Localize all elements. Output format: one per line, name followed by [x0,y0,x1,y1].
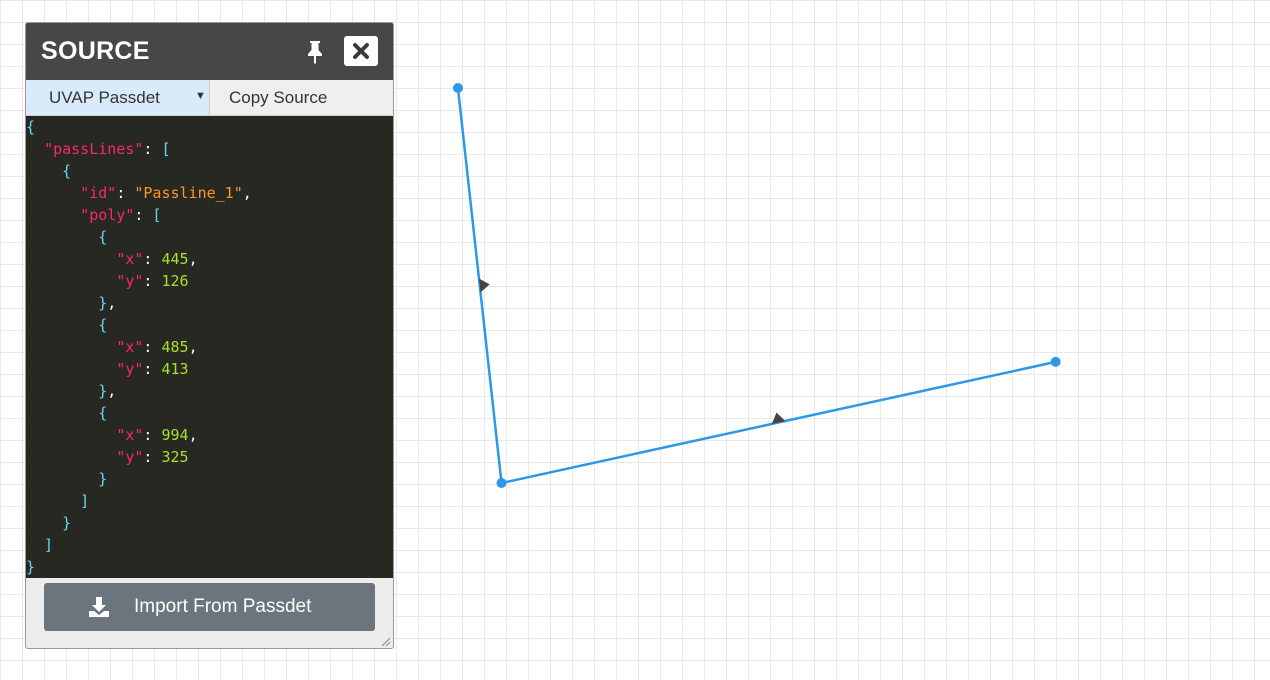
format-select[interactable]: UVAP Passdet ▼ [26,80,210,115]
panel-title: SOURCE [41,37,150,65]
format-select-value: UVAP Passdet [49,88,160,107]
polyline-vertex-handle[interactable] [496,478,507,489]
polyline-vertex-handle[interactable] [1050,356,1061,367]
import-button-label: Import From Passdet [134,596,312,617]
download-icon [89,597,109,617]
panel-toolbar: UVAP Passdet ▼ Copy Source [26,80,393,116]
panel-footer: Import From Passdet [26,578,393,648]
panel-header: SOURCE [26,23,393,80]
chevron-down-icon: ▼ [195,90,206,102]
direction-marker-icon [478,278,490,293]
passline-polyline[interactable] [456,87,1056,485]
polyline-vertex-handle[interactable] [452,83,463,94]
close-icon [353,43,369,59]
pin-icon[interactable] [304,40,326,64]
import-from-passdet-button[interactable]: Import From Passdet [44,583,375,631]
source-panel: SOURCE UVAP Passdet ▼ Copy Source { "pas… [25,22,394,649]
copy-source-button[interactable]: Copy Source [210,80,393,115]
resize-grip-icon[interactable] [379,635,391,647]
close-button[interactable] [344,36,378,66]
source-code-editor[interactable]: { "passLines": [ { "id": "Passline_1", "… [26,116,393,578]
